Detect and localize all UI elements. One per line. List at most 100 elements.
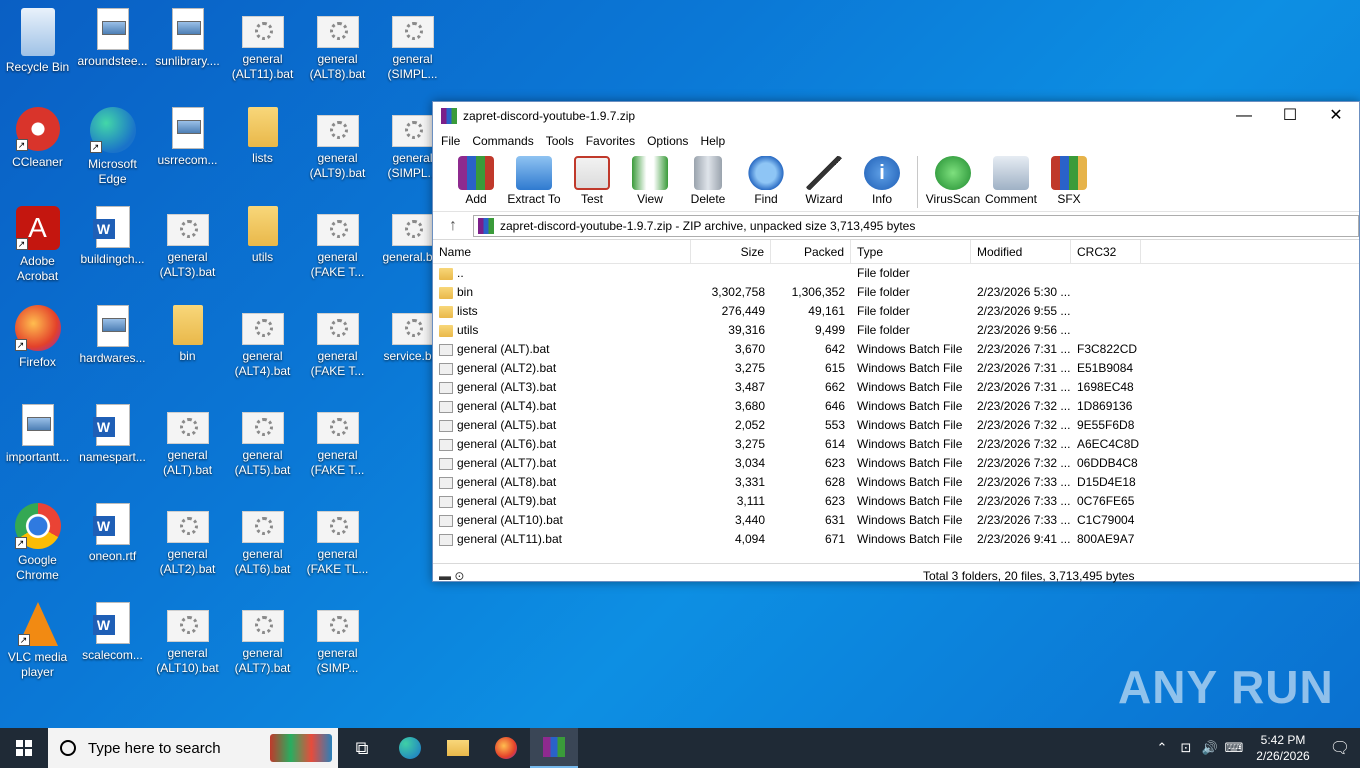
desktop-icon[interactable]: Wscalecom...	[75, 602, 150, 663]
desktop-icon[interactable]: general (ALT10).bat	[150, 602, 225, 676]
file-row[interactable]: general (ALT3).bat 3,487 662 Windows Batch …	[433, 378, 1359, 397]
desktop-icon[interactable]: general (FAKE T...	[300, 206, 375, 280]
maximize-button[interactable]: ☐	[1267, 102, 1313, 130]
header-name[interactable]: Name	[433, 240, 691, 263]
wizard-button[interactable]: Wizard	[795, 152, 853, 206]
desktop-icon[interactable]: general (ALT8).bat	[300, 8, 375, 82]
file-row[interactable]: utils 39,316 9,499 File folder 2/23/2026 9:5…	[433, 321, 1359, 340]
desktop-icon[interactable]: usrrecom...	[150, 107, 225, 168]
desktop-icon[interactable]: bin	[150, 305, 225, 364]
file-row[interactable]: general (ALT9).bat 3,111 623 Windows Batch …	[433, 492, 1359, 511]
volume-icon[interactable]: 🔊	[1198, 740, 1222, 756]
file-type-cell: Windows Batch File	[857, 437, 963, 451]
add-button[interactable]: Add	[447, 152, 505, 206]
desktop-icon[interactable]: general (FAKE T...	[300, 404, 375, 478]
desktop-icon[interactable]: hardwares...	[75, 305, 150, 366]
menu-favorites[interactable]: Favorites	[580, 134, 641, 148]
chevron-up-icon[interactable]: ⌃	[1150, 740, 1174, 756]
minimize-button[interactable]: —	[1221, 102, 1267, 130]
desktop-icon[interactable]: aroundstee...	[75, 8, 150, 69]
info-button[interactable]: i Info	[853, 152, 911, 206]
batch-file-icon	[316, 16, 359, 48]
start-button[interactable]	[0, 728, 48, 768]
header-type[interactable]: Type	[851, 240, 971, 263]
menu-options[interactable]: Options	[641, 134, 694, 148]
title-bar[interactable]: zapret-discord-youtube-1.9.7.zip — ☐ ✕	[433, 102, 1359, 130]
desktop-icon[interactable]: general (FAKE T...	[300, 305, 375, 379]
header-crc[interactable]: CRC32	[1071, 240, 1141, 263]
path-field[interactable]: zapret-discord-youtube-1.9.7.zip - ZIP a…	[473, 214, 1359, 237]
file-row[interactable]: general (ALT7).bat 3,034 623 Windows Batch …	[433, 454, 1359, 473]
sfx-button[interactable]: SFX	[1040, 152, 1098, 206]
find-button[interactable]: Find	[737, 152, 795, 206]
header-packed[interactable]: Packed	[771, 240, 851, 263]
desktop-icon[interactable]: general (ALT11).bat	[225, 8, 300, 82]
search-box[interactable]: Type here to search	[48, 728, 338, 768]
desktop-icon[interactable]: ↗ Google Chrome	[0, 503, 75, 583]
desktop-icon[interactable]: general (ALT5).bat	[225, 404, 300, 478]
menu-file[interactable]: File	[435, 134, 466, 148]
desktop-icon[interactable]: general (SIMP...	[300, 602, 375, 676]
notification-icon[interactable]: 🗨	[1320, 738, 1360, 758]
firefox-taskbar-icon[interactable]	[482, 728, 530, 768]
edge-taskbar-icon[interactable]	[386, 728, 434, 768]
view-label: View	[637, 192, 663, 206]
clock[interactable]: 5:42 PM 2/26/2026	[1246, 732, 1320, 764]
menu-help[interactable]: Help	[694, 134, 731, 148]
desktop-icon[interactable]: general (ALT9).bat	[300, 107, 375, 181]
file-row[interactable]: general (ALT10).bat 3,440 631 Windows Batch…	[433, 511, 1359, 530]
file-row[interactable]: .. File folder	[433, 264, 1359, 283]
desktop-icon[interactable]: general (ALT6).bat	[225, 503, 300, 577]
file-row[interactable]: general (ALT).bat 3,670 642 Windows Batch F…	[433, 340, 1359, 359]
extract-to-button[interactable]: Extract To	[505, 152, 563, 206]
file-row[interactable]: general (ALT4).bat 3,680 646 Windows Batch …	[433, 397, 1359, 416]
comment-button[interactable]: Comment	[982, 152, 1040, 206]
file-row[interactable]: bin 3,302,758 1,306,352 File folder 2/23/202…	[433, 283, 1359, 302]
desktop-icon[interactable]: general (ALT7).bat	[225, 602, 300, 676]
task-view-icon[interactable]: ⧉	[338, 728, 386, 768]
file-crc-cell: 800AE9A7	[1077, 532, 1135, 546]
search-placeholder: Type here to search	[88, 739, 221, 757]
file-crc-cell	[1071, 321, 1141, 340]
desktop-icon[interactable]: general (ALT).bat	[150, 404, 225, 478]
input-icon[interactable]: ⌨	[1222, 740, 1246, 756]
desktop-icon[interactable]: ↗ Firefox	[0, 305, 75, 370]
winrar-taskbar-icon[interactable]	[530, 728, 578, 768]
desktop-icon[interactable]: general (SIMPL...	[375, 8, 450, 82]
view-button[interactable]: View	[621, 152, 679, 206]
header-modified[interactable]: Modified	[971, 240, 1071, 263]
desktop-icon[interactable]: general (ALT4).bat	[225, 305, 300, 379]
file-row[interactable]: general (ALT5).bat 2,052 553 Windows Batch …	[433, 416, 1359, 435]
delete-button[interactable]: Delete	[679, 152, 737, 206]
desktop-icon[interactable]: importantt...	[0, 404, 75, 465]
up-arrow-icon[interactable]: ↑	[433, 217, 473, 235]
file-explorer-icon[interactable]	[434, 728, 482, 768]
header-size[interactable]: Size	[691, 240, 771, 263]
test-button[interactable]: Test	[563, 152, 621, 206]
menu-commands[interactable]: Commands	[466, 134, 539, 148]
file-row[interactable]: general (ALT11).bat 4,094 671 Windows Batch…	[433, 530, 1359, 549]
menu-tools[interactable]: Tools	[540, 134, 580, 148]
desktop-icon[interactable]: Woneon.rtf	[75, 503, 150, 564]
desktop-icon[interactable]: utils	[225, 206, 300, 265]
desktop-icon[interactable]: general (ALT2).bat	[150, 503, 225, 577]
desktop-icon[interactable]: A ↗ Adobe Acrobat	[0, 206, 75, 284]
file-row[interactable]: general (ALT8).bat 3,331 628 Windows Batch …	[433, 473, 1359, 492]
network-icon[interactable]: ⊡	[1174, 740, 1198, 756]
file-row[interactable]: general (ALT6).bat 3,275 614 Windows Batch …	[433, 435, 1359, 454]
file-name-cell: general (ALT10).bat	[433, 511, 691, 530]
file-row[interactable]: lists 276,449 49,161 File folder 2/23/2026 9…	[433, 302, 1359, 321]
virusscan-button[interactable]: VirusScan	[924, 152, 982, 206]
desktop-icon[interactable]: ↗ CCleaner	[0, 107, 75, 170]
desktop-icon[interactable]: lists	[225, 107, 300, 166]
desktop-icon[interactable]: Wnamespart...	[75, 404, 150, 465]
desktop-icon[interactable]: ↗ VLC media player	[0, 602, 75, 680]
desktop-icon[interactable]: Recycle Bin	[0, 8, 75, 75]
desktop-icon[interactable]: sunlibrary....	[150, 8, 225, 69]
desktop-icon[interactable]: general (ALT3).bat	[150, 206, 225, 280]
close-button[interactable]: ✕	[1313, 102, 1359, 130]
desktop-icon[interactable]: Wbuildingch...	[75, 206, 150, 267]
file-row[interactable]: general (ALT2).bat 3,275 615 Windows Batch …	[433, 359, 1359, 378]
desktop-icon[interactable]: ↗ Microsoft Edge	[75, 107, 150, 187]
desktop-icon[interactable]: general (FAKE TL...	[300, 503, 375, 577]
